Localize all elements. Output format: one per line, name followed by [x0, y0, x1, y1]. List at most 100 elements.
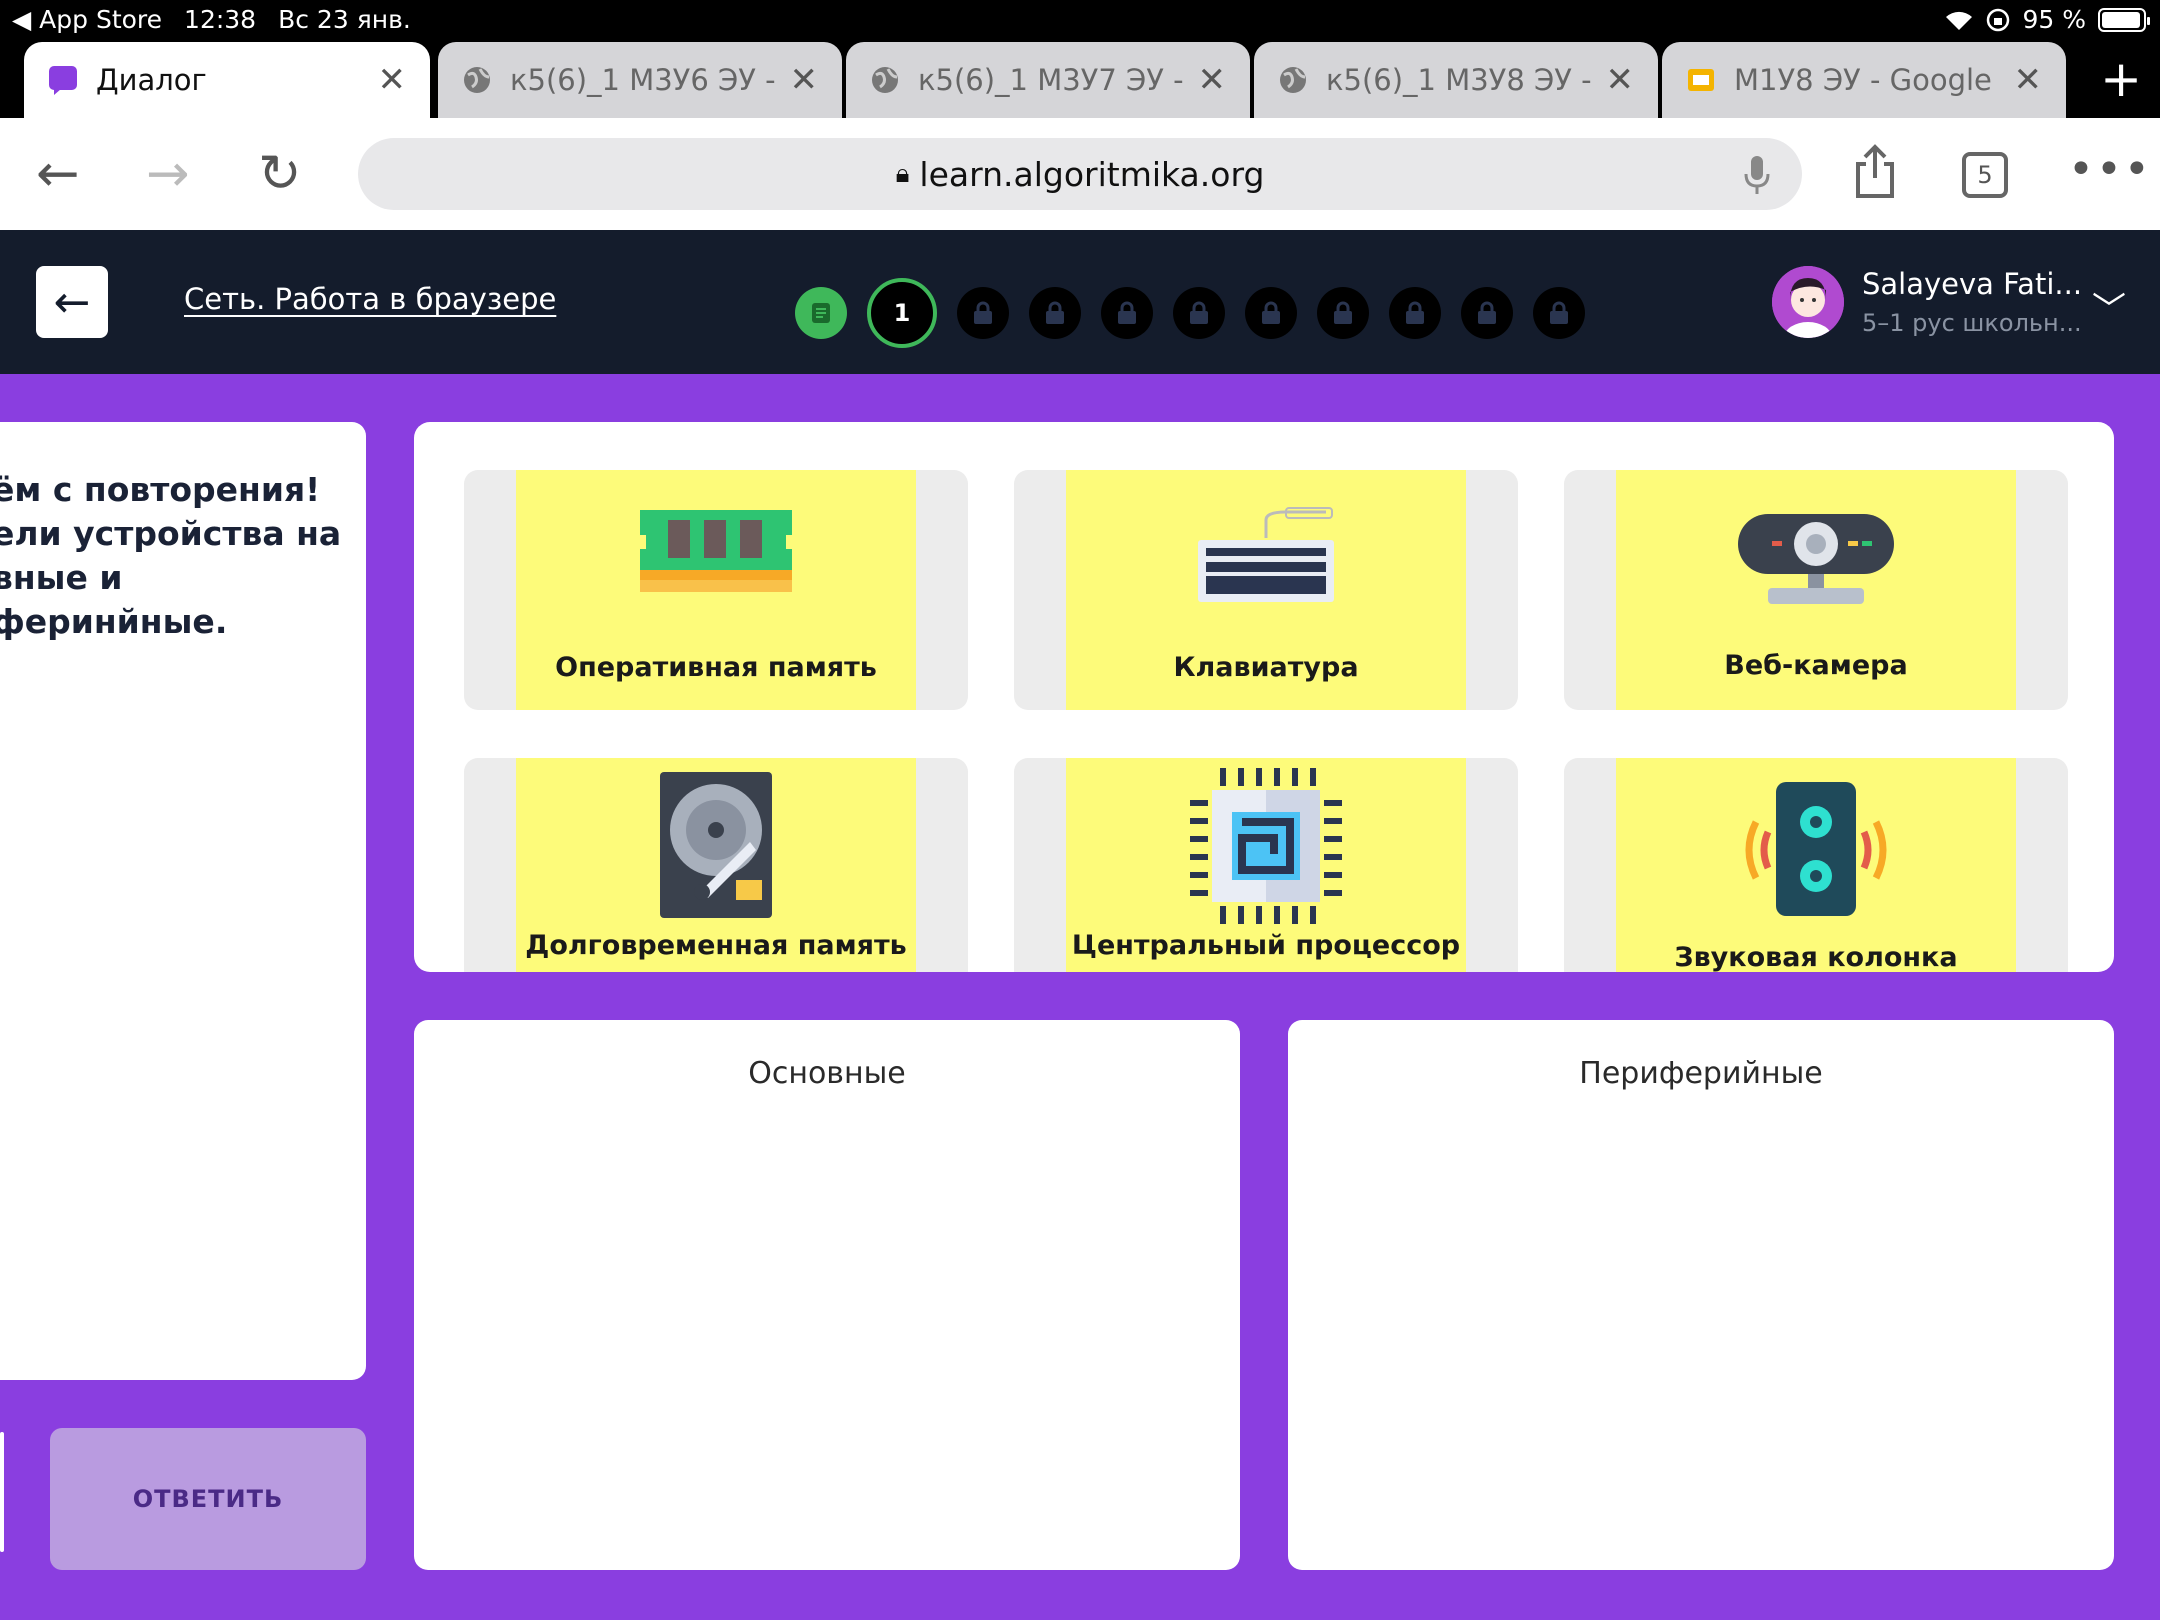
- speaker-icon: [1745, 782, 1887, 916]
- locked-step: [957, 287, 1009, 339]
- close-icon[interactable]: ✕: [790, 60, 819, 100]
- locked-step: [1461, 287, 1513, 339]
- user-name: Salayeva Fati...: [1862, 267, 2083, 301]
- tab-title: к5(6)_1 М3У6 ЭУ - С: [510, 63, 778, 97]
- cpu-icon: [1190, 768, 1342, 924]
- hidden-button-edge: [0, 1432, 4, 1552]
- more-options-icon[interactable]: •••: [2068, 144, 2152, 195]
- locked-step: [1533, 287, 1585, 339]
- locked-step: [1389, 287, 1441, 339]
- tab-dialog[interactable]: Диалог ✕: [24, 42, 430, 118]
- card-label: Центральный процессор: [1071, 930, 1461, 961]
- avatar: [1772, 266, 1844, 338]
- user-menu[interactable]: Salayeva Fati... 5–1 рус школьн...: [1772, 266, 2082, 338]
- lock-icon: [1118, 301, 1136, 324]
- tab-m3u7[interactable]: к5(6)_1 М3У7 ЭУ - С ✕: [846, 42, 1250, 118]
- document-icon: [812, 303, 830, 323]
- status-time: 12:38: [184, 5, 257, 34]
- ram-icon: [640, 510, 792, 592]
- close-icon[interactable]: ✕: [1198, 60, 1227, 100]
- card-label: Долговременная память: [525, 930, 907, 961]
- drop-zone-main[interactable]: Основные: [414, 1020, 1240, 1570]
- card-ram[interactable]: Оперативная память: [464, 470, 968, 710]
- globe-icon: [1280, 67, 1306, 93]
- tab-google-slides[interactable]: М1У8 ЭУ - Google П ✕: [1662, 42, 2066, 118]
- card-label: Клавиатура: [1173, 652, 1359, 683]
- globe-icon: [464, 67, 490, 93]
- question-line: ели устройства на: [0, 514, 342, 553]
- back-arrow-icon[interactable]: ←: [36, 146, 80, 202]
- close-icon[interactable]: ✕: [1606, 60, 1635, 100]
- card-hdd[interactable]: Долговременная память: [464, 758, 968, 972]
- device-cards-area: Оперативная память Клавиатура Веб-камера…: [414, 422, 2114, 972]
- chevron-down-icon[interactable]: ﹀: [2092, 282, 2126, 331]
- course-title-link[interactable]: Сеть. Работа в браузере: [184, 282, 556, 316]
- lock-icon: [1406, 301, 1424, 324]
- card-cpu[interactable]: Центральный процессор: [1014, 758, 1518, 972]
- wifi-icon: [1946, 11, 1973, 30]
- drop-zone-title: Основные: [748, 1056, 906, 1091]
- globe-icon: [872, 67, 898, 93]
- close-icon[interactable]: ✕: [378, 60, 407, 100]
- tab-count-button[interactable]: 5: [1962, 152, 2008, 198]
- hdd-icon: [660, 772, 772, 918]
- webcam-icon: [1738, 514, 1894, 604]
- url-text: learn.algoritmika.org: [919, 154, 1265, 194]
- address-bar[interactable]: 🔒︎ learn.algoritmika.org: [358, 138, 1802, 210]
- card-speaker[interactable]: Звуковая колонка: [1564, 758, 2068, 972]
- dialog-favicon-icon: [49, 66, 77, 95]
- tab-title: к5(6)_1 М3У7 ЭУ - С: [918, 63, 1186, 97]
- locked-step: [1029, 287, 1081, 339]
- close-icon[interactable]: ✕: [2014, 60, 2043, 100]
- lock-icon: 🔒︎: [895, 158, 910, 189]
- user-group: 5–1 рус школьн...: [1862, 309, 2082, 337]
- answer-button[interactable]: ОТВЕТИТЬ: [50, 1428, 366, 1570]
- tab-bar: Диалог ✕ к5(6)_1 М3У6 ЭУ - С ✕ к5(6)_1 М…: [0, 40, 2160, 118]
- drop-zone-title: Периферийные: [1579, 1056, 1823, 1091]
- locked-step: [1101, 287, 1153, 339]
- lesson-progress: 1: [795, 278, 1585, 348]
- orientation-lock-icon: [1987, 8, 2010, 31]
- current-step[interactable]: 1: [867, 278, 937, 348]
- question-line: вные и: [0, 558, 123, 597]
- lock-icon: [974, 301, 992, 324]
- card-label: Звуковая колонка: [1674, 942, 1958, 972]
- browser-toolbar: ← → ↻ 🔒︎ learn.algoritmika.org 5 •••: [0, 118, 2160, 230]
- card-label: Веб-камера: [1724, 650, 1908, 681]
- lock-icon: [1334, 301, 1352, 324]
- slides-favicon-icon: [1688, 69, 1714, 91]
- reload-icon[interactable]: ↻: [258, 146, 302, 202]
- lock-icon: [1550, 301, 1568, 324]
- card-label: Оперативная память: [555, 652, 877, 683]
- tab-title: М1У8 ЭУ - Google П: [1734, 63, 2002, 97]
- keyboard-icon: [1198, 507, 1334, 602]
- card-keyboard[interactable]: Клавиатура: [1014, 470, 1518, 710]
- tab-title: к5(6)_1 М3У8 ЭУ - С: [1326, 63, 1594, 97]
- lock-icon: [1262, 301, 1280, 324]
- microphone-icon[interactable]: [1742, 154, 1772, 196]
- status-date: Вс 23 янв.: [278, 5, 411, 34]
- lesson-back-button[interactable]: ←: [36, 266, 108, 338]
- tab-title: Диалог: [96, 63, 207, 97]
- battery-percent: 95 %: [2022, 5, 2086, 34]
- locked-step: [1173, 287, 1225, 339]
- question-line: феринйные.: [0, 602, 228, 641]
- tab-m3u8[interactable]: к5(6)_1 М3У8 ЭУ - С ✕: [1254, 42, 1658, 118]
- back-to-app-link[interactable]: ◀ App Store: [12, 5, 162, 34]
- question-panel: ём с повторения! ели устройства на вные …: [0, 422, 366, 1380]
- question-line: ём с повторения!: [0, 470, 321, 509]
- lock-icon: [1190, 301, 1208, 324]
- lesson-header: ← Сеть. Работа в браузере 1 Salayeva Fat…: [0, 230, 2160, 374]
- locked-step: [1245, 287, 1297, 339]
- lock-icon: [1478, 301, 1496, 324]
- status-bar: ◀ App Store 12:38 Вс 23 янв. 95 %: [0, 0, 2160, 40]
- drop-zone-peripheral[interactable]: Периферийные: [1288, 1020, 2114, 1570]
- new-tab-button[interactable]: +: [2100, 54, 2142, 104]
- theory-step[interactable]: [795, 287, 847, 339]
- tab-m3u6[interactable]: к5(6)_1 М3У6 ЭУ - С ✕: [438, 42, 842, 118]
- lock-icon: [1046, 301, 1064, 324]
- forward-arrow-icon[interactable]: →: [146, 146, 190, 202]
- card-webcam[interactable]: Веб-камера: [1564, 470, 2068, 710]
- share-icon[interactable]: [1852, 144, 1898, 200]
- locked-step: [1317, 287, 1369, 339]
